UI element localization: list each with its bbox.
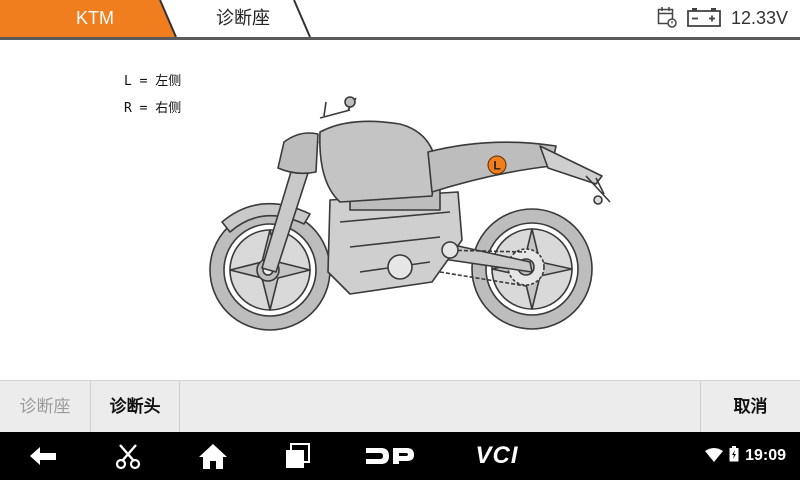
- breadcrumb-brand[interactable]: KTM: [60, 0, 130, 37]
- top-bar: KTM 诊断座 12.33V: [0, 0, 800, 40]
- diag-seat-button[interactable]: 诊断座: [0, 381, 90, 433]
- motorcycle-diagram: L: [209, 96, 611, 331]
- side-legend: L = 左侧 R = 右侧: [124, 68, 181, 122]
- diag-head-button[interactable]: 诊断头: [91, 381, 179, 433]
- voltage-readout: 12.33V: [730, 8, 788, 28]
- battery-icon: [687, 7, 721, 31]
- toolbar-divider: [179, 381, 180, 433]
- system-nav-bar: VCI 19:09: [0, 432, 800, 480]
- bottom-toolbar: 诊断座 诊断头 取消: [0, 380, 800, 433]
- status-area: 12.33V: [657, 0, 788, 37]
- marker-label: L: [493, 159, 500, 173]
- home-icon[interactable]: [190, 432, 236, 480]
- scissors-icon[interactable]: [106, 432, 150, 480]
- battery-charging-icon: [729, 446, 739, 466]
- vci-text: VCI: [475, 442, 519, 469]
- legend-right-line: R = 右侧: [124, 101, 182, 116]
- clock: 19:09: [745, 447, 786, 464]
- vci-label[interactable]: VCI: [462, 432, 532, 480]
- legend-left-line: L = 左侧: [124, 74, 182, 89]
- diagnostic-port-marker[interactable]: L: [487, 155, 507, 175]
- recent-apps-icon[interactable]: [274, 432, 320, 480]
- calendar-clock-icon: [657, 6, 677, 32]
- system-status: 19:09: [705, 432, 786, 480]
- back-icon[interactable]: [20, 432, 66, 480]
- wifi-icon: [705, 447, 724, 466]
- dp-logo-icon[interactable]: [360, 432, 420, 480]
- cancel-button[interactable]: 取消: [701, 381, 800, 433]
- breadcrumb-page-title: 诊断座: [216, 8, 270, 29]
